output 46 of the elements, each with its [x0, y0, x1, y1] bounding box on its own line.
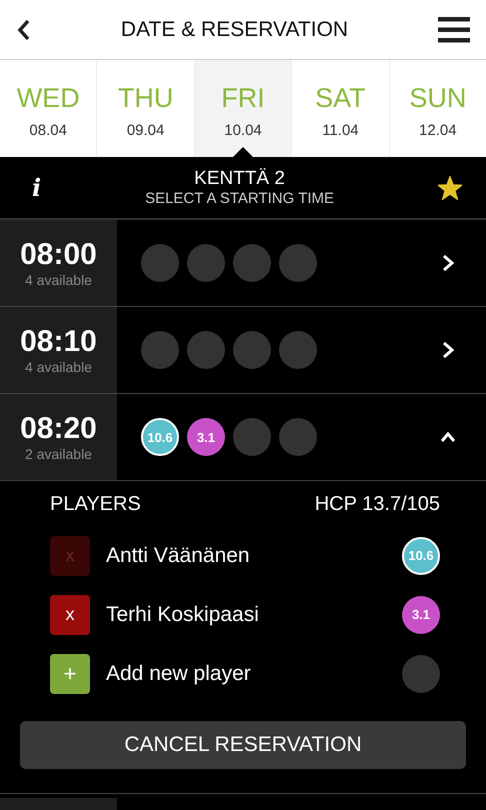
day-tab[interactable]: SUN 12.04 — [390, 60, 486, 157]
empty-spot — [233, 331, 271, 369]
back-icon[interactable] — [17, 18, 31, 40]
handicap-badge: 10.6 — [141, 418, 179, 456]
handicap-badge: 3.1 — [187, 418, 225, 456]
chevron-up-icon[interactable] — [440, 429, 456, 445]
empty-spot — [233, 244, 271, 282]
time-slot-row[interactable]: 08:10 4 available — [0, 307, 486, 394]
time-slot-row[interactable]: 08:00 4 available — [0, 220, 486, 307]
empty-spot — [141, 331, 179, 369]
day-tab[interactable]: WED 08.04 — [0, 60, 98, 157]
handicap-total: HCP 13.7/105 — [314, 493, 440, 516]
menu-icon[interactable] — [438, 16, 470, 42]
day-tab[interactable]: FRI 10.04 — [194, 60, 292, 157]
day-tab[interactable]: SAT 11.04 — [292, 60, 390, 157]
player-name: Antti Väänänen — [106, 544, 251, 568]
add-player-label[interactable]: Add new player — [106, 662, 402, 686]
pointer-icon — [233, 147, 254, 157]
remove-player-button[interactable]: x — [50, 594, 90, 634]
star-icon[interactable] — [438, 176, 462, 200]
course-subtitle: SELECT A STARTING TIME — [145, 190, 334, 207]
course-name: KENTTÄ 2 — [194, 168, 285, 190]
chevron-right-icon[interactable] — [440, 342, 456, 358]
empty-spot — [279, 331, 317, 369]
screen-title: DATE & RESERVATION — [120, 18, 348, 42]
info-icon[interactable]: i — [32, 173, 42, 202]
empty-spot — [279, 244, 317, 282]
chevron-right-icon[interactable] — [440, 255, 456, 271]
handicap-badge: 3.1 — [402, 596, 440, 634]
availability-text: 2 available — [25, 446, 92, 462]
player-name: Terhi Koskipaasi — [106, 602, 260, 626]
availability-text: 4 available — [25, 272, 92, 288]
empty-spot — [233, 418, 271, 456]
cancel-reservation-button[interactable]: CANCEL RESERVATION — [20, 721, 466, 769]
availability-text: 4 available — [25, 359, 92, 375]
slot-time: 08:00 — [20, 238, 97, 272]
players-heading: PLAYERS — [50, 493, 141, 516]
empty-spot — [141, 244, 179, 282]
handicap-badge: 10.6 — [402, 536, 440, 574]
slot-time: 08:10 — [20, 325, 97, 359]
empty-spot — [187, 331, 225, 369]
empty-spot — [187, 244, 225, 282]
slot-time: 08:20 — [20, 412, 97, 446]
time-slot-row[interactable]: 08:20 2 available 10.6 3.1 — [0, 394, 486, 481]
empty-spot — [279, 418, 317, 456]
empty-spot — [402, 654, 440, 692]
